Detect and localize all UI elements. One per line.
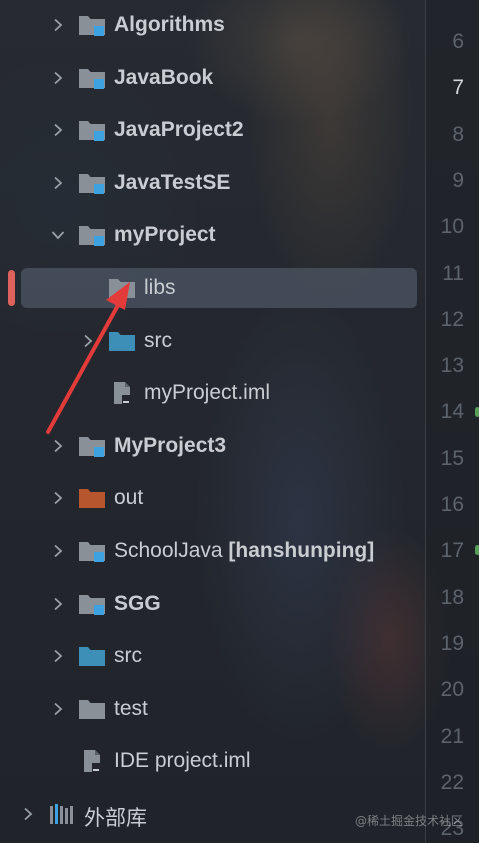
tree-item-name: MyProject3 [114,433,227,457]
tree-item-label: Algorithms [114,13,225,37]
tree-item-out[interactable]: out [0,476,425,520]
tree-item-name: src [144,328,172,352]
module-folder-icon [78,592,106,616]
folder-icon [78,697,106,721]
tree-item-name: myProject [114,223,216,247]
tree-item-label: SchoolJava [hanshunping] [114,539,374,563]
line-number: 7 [452,76,464,100]
tree-item-name: JavaProject2 [114,118,244,142]
source-folder-icon [78,644,106,668]
module-folder-icon [78,171,106,195]
line-number: 8 [452,122,464,146]
tree-item-javaproject2[interactable]: JavaProject2 [0,108,425,152]
tree-item-label: 外部库 [84,806,147,830]
module-folder-icon [78,539,106,563]
change-marker [475,407,479,417]
tree-item-label: myProject.iml [144,381,270,405]
tree-item-javatestse[interactable]: JavaTestSE [0,161,425,205]
tree-item-javabook[interactable]: JavaBook [0,56,425,100]
line-number: 9 [452,168,464,192]
chevron-right-icon[interactable] [50,648,66,664]
line-number: 15 [440,446,464,470]
tree-item-name: myProject.iml [144,381,271,405]
chevron-right-icon[interactable] [50,490,66,506]
tree-item-label: MyProject3 [114,434,226,458]
project-tree: Algorithms JavaBook JavaProject2 JavaTestSE… [0,0,425,843]
tree-item-ide-project-iml[interactable]: IDE project.iml [0,739,425,783]
tree-item-src[interactable]: src [0,634,425,678]
line-number: 21 [440,724,464,748]
module-folder-icon [78,434,106,458]
tree-item-algorithms[interactable]: Algorithms [0,3,425,47]
excluded-folder-icon [78,486,106,510]
tree-item-label: myProject [114,223,216,247]
module-folder-icon [78,13,106,37]
chevron-right-icon[interactable] [50,438,66,454]
module-folder-icon [78,66,106,90]
chevron-right-icon[interactable] [80,333,96,349]
tree-item-name: JavaTestSE [114,170,231,194]
watermark: @稀土掘金技术社区 [354,814,463,828]
line-number: 22 [440,770,464,794]
tree-item-label: src [144,329,172,353]
source-folder-icon [108,329,136,353]
tree-item-name: out [114,486,144,510]
tree-item-myproject[interactable]: myProject [0,213,425,257]
chevron-down-icon[interactable] [50,227,66,243]
folder-icon [108,276,136,300]
line-number: 18 [440,585,464,609]
tree-item-libs[interactable]: libs [0,266,425,310]
line-number: 20 [440,678,464,702]
chevron-right-icon[interactable] [50,122,66,138]
tree-item-src[interactable]: src [0,319,425,363]
line-number: 10 [440,215,464,239]
tree-item-myproject3[interactable]: MyProject3 [0,424,425,468]
tree-item-label: JavaTestSE [114,171,230,195]
tree-item-label: src [114,644,142,668]
chevron-right-icon[interactable] [50,543,66,559]
chevron-right-icon[interactable] [50,17,66,33]
line-number: 14 [440,400,464,424]
tree-item-label: JavaBook [114,66,213,90]
line-number: 17 [440,539,464,563]
line-number: 19 [440,631,464,655]
tree-item-label: SGG [114,592,161,616]
vcs-branch-label: [hanshunping] [228,539,375,562]
tree-item-myproject-iml[interactable]: myProject.iml [0,371,425,415]
tree-item-label: test [114,697,148,721]
tree-item-name: IDE project.iml [114,749,251,773]
tree-item-label: libs [144,276,176,300]
tree-item-name: test [114,696,148,720]
tree-item-sgg[interactable]: SGG [0,582,425,626]
line-number: 16 [440,493,464,516]
selection-marker [8,270,15,306]
chevron-right-icon[interactable] [50,175,66,191]
line-number: 13 [440,354,464,378]
chevron-right-icon[interactable] [50,70,66,86]
tree-item-name: JavaBook [114,65,214,89]
tree-item-name: SGG [114,591,161,615]
chevron-right-icon[interactable] [50,701,66,717]
iml-file-icon [78,749,106,773]
tree-item-label: out [114,486,143,510]
chevron-right-icon[interactable] [50,596,66,612]
chevron-right-icon[interactable] [20,806,36,822]
tree-item-name: src [114,644,142,668]
line-number: 12 [440,307,464,331]
tree-item-test[interactable]: test [0,687,425,731]
line-number: 11 [442,261,464,285]
module-folder-icon [78,118,106,142]
tree-item-schooljava[interactable]: SchoolJava [hanshunping] [0,529,425,573]
module-folder-icon [78,223,106,247]
library-icon [48,802,76,826]
tree-item-label: JavaProject2 [114,118,244,142]
tree-item-name: Algorithms [114,13,225,36]
line-number: 6 [452,30,464,53]
tree-item-name: SchoolJava [114,539,223,562]
change-marker [475,545,479,555]
tree-item-name: libs [144,276,176,299]
iml-file-icon [108,381,136,405]
editor-gutter: 6 7 8 9 10 11 12 13 14 15 16 17 18 19 20 21 22 23 [425,0,479,843]
tree-item-label: IDE project.iml [114,749,251,773]
